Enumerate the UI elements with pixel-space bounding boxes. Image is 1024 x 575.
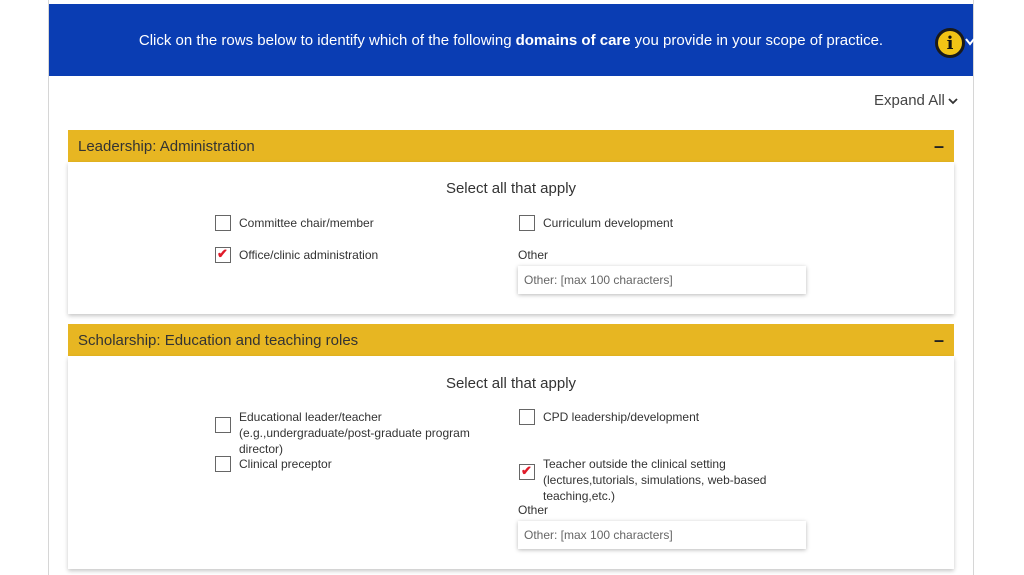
option-clinical-preceptor[interactable]: Clinical preceptor xyxy=(215,456,332,472)
checkbox[interactable] xyxy=(519,409,535,425)
section-header-leadership[interactable]: Leadership: Administration – xyxy=(68,130,954,162)
option-label: Office/clinic administration xyxy=(239,248,379,262)
select-all-title: Select all that apply xyxy=(445,375,577,392)
checkbox-checked[interactable]: ✔ xyxy=(215,246,231,263)
info-chevron-down-icon[interactable] xyxy=(965,38,975,46)
check-icon: ✔ xyxy=(217,246,228,261)
checkbox[interactable] xyxy=(519,215,535,231)
collapse-icon[interactable]: – xyxy=(934,330,944,351)
option-curriculum-development[interactable]: Curriculum development xyxy=(519,215,673,231)
checkbox-checked[interactable]: ✔ xyxy=(519,463,535,480)
info-icon[interactable]: i xyxy=(935,28,965,58)
checkbox[interactable] xyxy=(215,456,231,472)
instruction-banner: Click on the rows below to identify whic… xyxy=(49,4,973,76)
section-title: Scholarship: Education and teaching role… xyxy=(78,331,359,349)
option-label: CPD leadership/development xyxy=(543,410,700,424)
option-label: Clinical preceptor xyxy=(239,457,332,471)
instruction-text: Click on the rows below to identify whic… xyxy=(139,32,883,49)
check-icon: ✔ xyxy=(521,463,532,478)
instruction-text-after: you provide in your scope of practice. xyxy=(634,31,884,49)
section-header-scholarship[interactable]: Scholarship: Education and teaching role… xyxy=(68,324,954,356)
option-office-clinic-administration[interactable]: ✔ Office/clinic administration xyxy=(215,246,379,263)
option-committee-chair[interactable]: Committee chair/member xyxy=(215,215,374,231)
option-label: Teacher outside the clinical setting (le… xyxy=(543,457,767,503)
other-label: Other xyxy=(518,248,549,262)
other-label: Other xyxy=(518,503,549,517)
option-educational-leader[interactable]: Educational leader/teacher (e.g.,undergr… xyxy=(215,409,515,457)
option-cpd-leadership[interactable]: CPD leadership/development xyxy=(519,409,699,425)
section-body-scholarship: Select all that apply Educational leader… xyxy=(68,356,954,569)
instruction-text-bold: domains of care xyxy=(515,31,631,49)
select-all-title: Select all that apply xyxy=(445,180,577,197)
option-teacher-outside-clinical[interactable]: ✔ Teacher outside the clinical setting (… xyxy=(519,456,819,504)
section-title: Leadership: Administration xyxy=(78,137,255,155)
instruction-text-before: Click on the rows below to identify whic… xyxy=(138,31,512,49)
option-label: Educational leader/teacher (e.g.,undergr… xyxy=(239,410,470,456)
checkbox[interactable] xyxy=(215,417,231,433)
checkbox[interactable] xyxy=(215,215,231,231)
option-label: Committee chair/member xyxy=(239,216,374,230)
option-label: Curriculum development xyxy=(543,216,674,230)
section-body-leadership: Select all that apply Committee chair/me… xyxy=(68,162,954,314)
expand-all-label: Expand All xyxy=(874,92,945,109)
collapse-icon[interactable]: – xyxy=(934,136,944,157)
expand-all-button[interactable]: Expand All xyxy=(874,92,959,109)
other-input[interactable] xyxy=(518,266,806,294)
other-input[interactable] xyxy=(518,521,806,549)
info-icon-glyph: i xyxy=(946,32,954,54)
chevron-down-icon xyxy=(948,97,958,104)
